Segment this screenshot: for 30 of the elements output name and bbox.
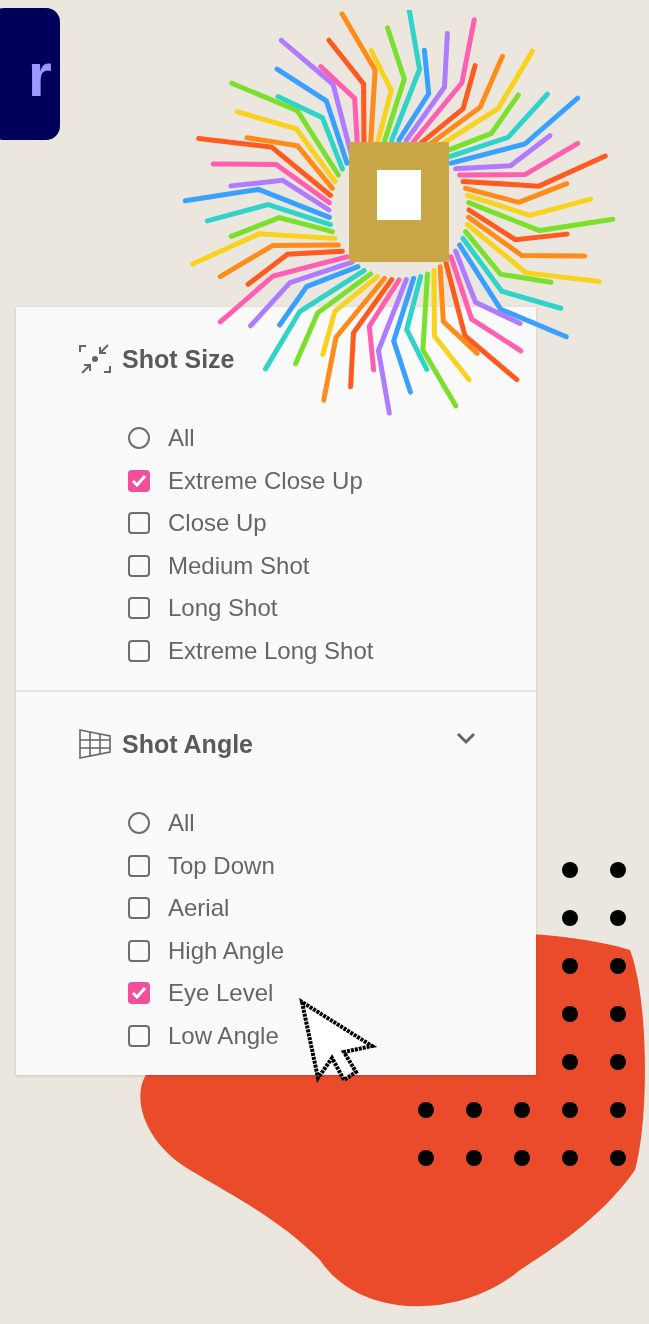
checkbox-option[interactable]: Extreme Long Shot [128,629,536,672]
checkbox[interactable] [128,1024,150,1047]
checkbox[interactable] [128,939,150,962]
checkbox-option[interactable]: Long Shot [128,587,536,630]
checkbox-option[interactable]: Close Up [128,502,536,545]
checkbox-option[interactable]: Extreme Close Up [128,459,536,502]
checkbox-option[interactable]: Eye Level [128,972,536,1015]
perspective-grid-icon [78,728,112,760]
radio-button[interactable] [128,427,150,450]
checkbox-option[interactable]: Aerial [128,887,536,930]
section-title: Shot Angle [122,729,253,759]
checkbox[interactable] [128,469,150,492]
checkbox[interactable] [128,512,150,535]
checkbox[interactable] [128,897,150,920]
checkbox-option[interactable]: Top Down [128,844,536,887]
checkbox-option[interactable]: Low Angle [128,1014,536,1057]
chevron-icon[interactable] [454,730,478,746]
checkbox[interactable] [128,554,150,577]
checkbox[interactable] [128,597,150,620]
radio-option[interactable]: All [128,417,536,460]
radio-option[interactable]: All [128,802,536,845]
checkbox[interactable] [128,639,150,662]
radio-button[interactable] [128,812,150,835]
compress-icon [78,343,112,375]
checkbox[interactable] [128,854,150,877]
app-logo: r [0,8,60,140]
checkbox-option[interactable]: Medium Shot [128,544,536,587]
checkbox-option[interactable]: High Angle [128,929,536,972]
section-title: Shot Size [122,344,235,374]
checkbox[interactable] [128,982,150,1005]
